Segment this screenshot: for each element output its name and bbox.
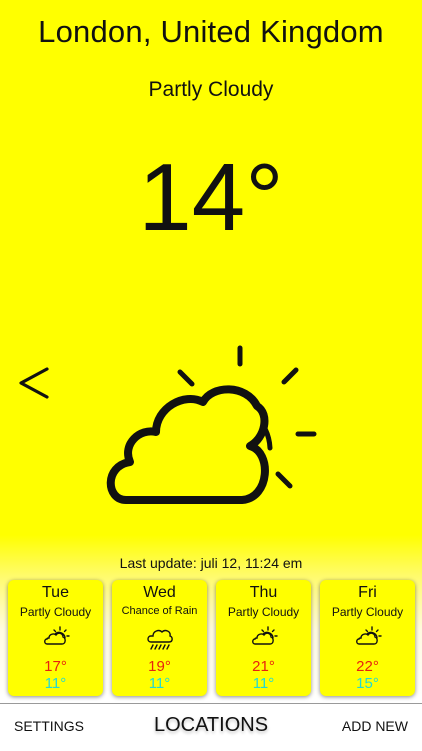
partly-cloudy-icon: [252, 626, 278, 645]
forecast-condition: Partly Cloudy: [331, 605, 404, 619]
forecast-card-wed[interactable]: Wed Chance of Rain 19° 11°: [112, 580, 207, 696]
current-temperature: 14°: [138, 144, 284, 251]
rain-cloud-icon: [147, 629, 173, 650]
back-chevron-icon[interactable]: [14, 360, 54, 406]
forecast-day: Fri: [358, 584, 377, 601]
forecast-low-temp: 11°: [44, 675, 67, 692]
forecast-card-fri[interactable]: Fri Partly Cloudy 22° 15°: [320, 580, 415, 696]
current-condition: Partly Cloudy: [148, 78, 274, 101]
bottom-toolbar: LOCATIONS SETTINGS ADD NEW: [0, 703, 422, 751]
forecast-high-temp: 17°: [44, 658, 67, 675]
forecast-low-temp: 11°: [148, 675, 171, 692]
forecast-strip: Tue Partly Cloudy 17° 11° Wed Chance of …: [8, 580, 415, 696]
forecast-day: Wed: [143, 584, 176, 601]
weather-screen: London, United Kingdom Partly Cloudy 14°…: [0, 0, 422, 751]
settings-button[interactable]: SETTINGS: [14, 718, 84, 734]
add-new-button[interactable]: ADD NEW: [342, 718, 408, 734]
partly-cloudy-icon: [106, 345, 317, 504]
forecast-high-temp: 22°: [356, 658, 379, 675]
forecast-day: Thu: [249, 584, 278, 601]
forecast-high-temp: 21°: [252, 658, 275, 675]
partly-cloudy-icon: [44, 626, 70, 645]
location-title: London, United Kingdom: [38, 14, 384, 49]
forecast-day: Tue: [42, 584, 69, 601]
forecast-high-temp: 19°: [148, 658, 171, 675]
forecast-condition: Partly Cloudy: [227, 605, 300, 619]
partly-cloudy-icon: [356, 626, 382, 645]
forecast-condition: Chance of Rain: [121, 605, 198, 617]
forecast-card-thu[interactable]: Thu Partly Cloudy 21° 11°: [216, 580, 311, 696]
forecast-low-temp: 11°: [252, 675, 275, 692]
forecast-condition: Partly Cloudy: [19, 605, 92, 619]
forecast-low-temp: 15°: [356, 675, 379, 692]
forecast-card-tue[interactable]: Tue Partly Cloudy 17° 11°: [8, 580, 103, 696]
last-update-text: Last update: juli 12, 11:24 em: [119, 555, 303, 571]
